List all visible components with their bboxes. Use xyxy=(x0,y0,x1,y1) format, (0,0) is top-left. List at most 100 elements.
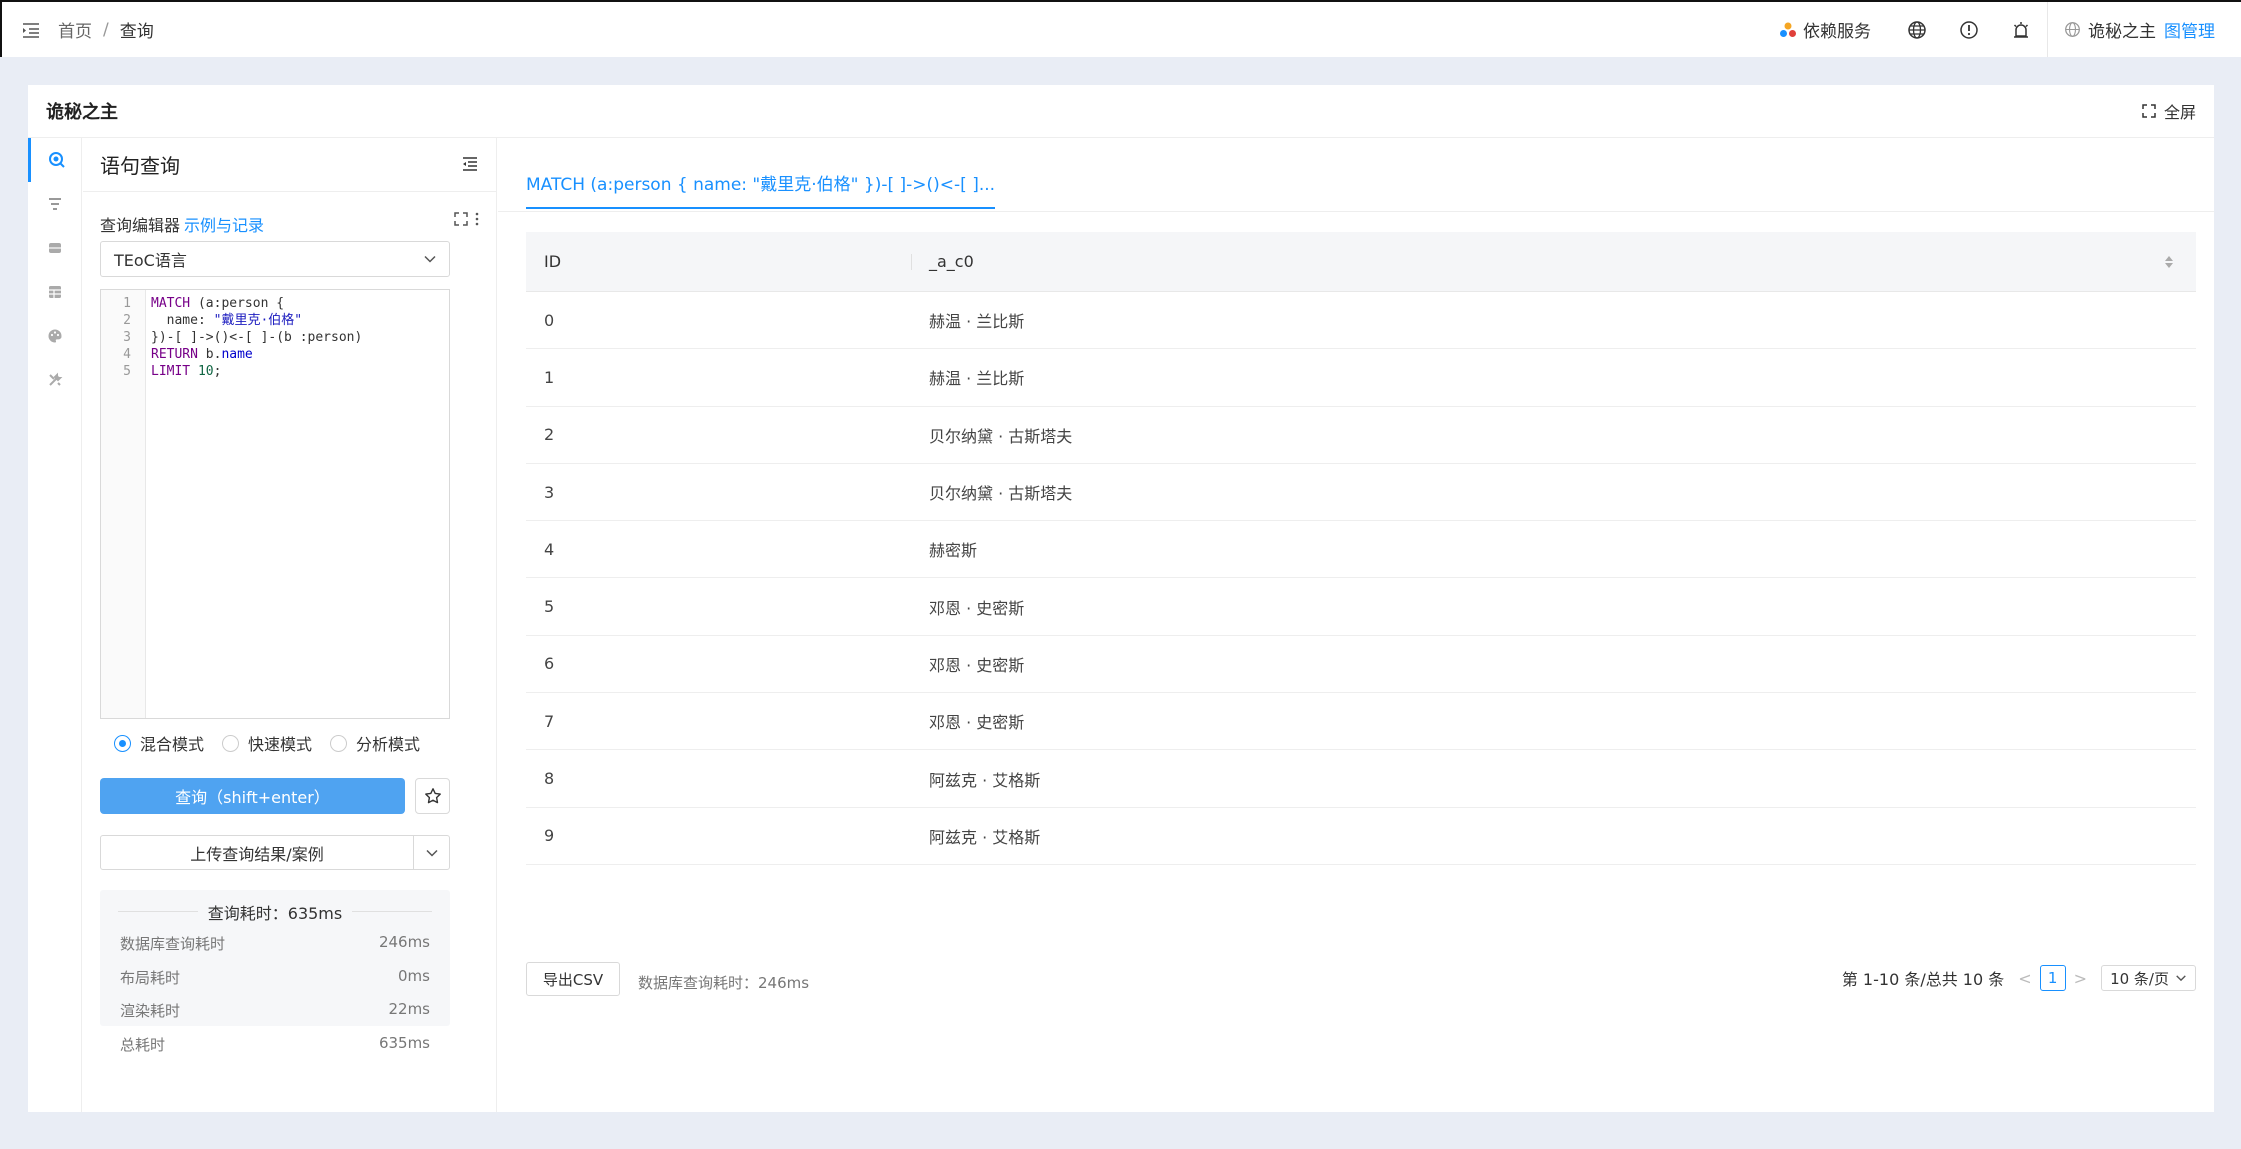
next-page-icon[interactable]: > xyxy=(2074,969,2087,988)
code-text: b. xyxy=(197,347,222,362)
collapse-panel-icon[interactable] xyxy=(461,155,479,178)
cell-id: 9 xyxy=(544,826,555,846)
page-size-value: 10 条/页 xyxy=(2110,969,2169,988)
line-number: 1 xyxy=(123,296,131,311)
graph-name: 诡秘之主 xyxy=(2088,22,2156,42)
column-divider xyxy=(911,254,912,270)
column-header-a-c0[interactable]: _a_c0 xyxy=(929,252,974,271)
cell-id: 5 xyxy=(544,597,555,617)
table-row[interactable]: 7 邓恩 · 史密斯 xyxy=(526,693,2196,751)
card-header: 诡秘之主 全屏 xyxy=(28,85,2214,138)
rail-filter[interactable] xyxy=(28,182,82,226)
upload-dropdown[interactable] xyxy=(413,836,449,869)
code-keyword: MATCH xyxy=(151,296,191,311)
stat-label: 布局耗时 xyxy=(120,969,181,987)
table-footer: 导出CSV 数据库查询耗时：246ms 第 1-10 条/总共 10 条 < 1… xyxy=(526,962,2196,1002)
more-vertical-icon[interactable] xyxy=(474,212,480,226)
filter-icon xyxy=(49,198,61,210)
sort-icon[interactable] xyxy=(2164,254,2174,270)
language-select-value: TEoC语言 xyxy=(114,251,187,270)
prev-page-icon[interactable]: < xyxy=(2018,969,2031,988)
table-row[interactable]: 6 邓恩 · 史密斯 xyxy=(526,636,2196,694)
rail-database[interactable] xyxy=(28,226,82,270)
table-row[interactable]: 9 阿兹克 · 艾格斯 xyxy=(526,808,2196,865)
rail-tools[interactable] xyxy=(28,358,82,402)
stat-value: 0ms xyxy=(398,967,430,985)
cell-a-c0: 贝尔纳黛 · 古斯塔夫 xyxy=(929,426,1073,446)
radio-unchecked-icon xyxy=(222,734,240,752)
query-button[interactable]: 查询（shift+enter） xyxy=(100,778,405,814)
globe-icon[interactable] xyxy=(1905,18,1929,42)
graph-selector[interactable]: 诡秘之主 图管理 xyxy=(2048,17,2241,42)
table-body: 0 赫温 · 兰比斯 1 赫温 · 兰比斯 2 贝尔纳黛 · 古斯塔夫 3 贝尔纳黛 · 古斯… xyxy=(526,292,2196,865)
result-tab-bar: MATCH (a:person { name: "戴里克·伯格" })-[ ]-… xyxy=(498,138,2214,212)
dependency-icon xyxy=(1780,22,1796,37)
upload-label: 上传查询结果/案例 xyxy=(190,844,324,864)
pagination: 第 1-10 条/总共 10 条 < 1 > 10 条/页 xyxy=(1842,965,2196,991)
examples-link[interactable]: 示例与记录 xyxy=(184,212,264,236)
fullscreen-label: 全屏 xyxy=(2163,103,2196,122)
chevron-down-icon xyxy=(424,255,436,263)
favorite-button[interactable] xyxy=(415,778,450,814)
stat-label: 总耗时 xyxy=(120,1036,166,1054)
table-row[interactable]: 0 赫温 · 兰比斯 xyxy=(526,292,2196,350)
info-icon[interactable] xyxy=(1957,18,1981,42)
cell-a-c0: 赫密斯 xyxy=(929,541,978,561)
result-tab[interactable]: MATCH (a:person { name: "戴里克·伯格" })-[ ]-… xyxy=(526,170,996,209)
fullscreen-button[interactable]: 全屏 xyxy=(2142,99,2196,123)
mode-radio-analysis[interactable]: 分析模式 xyxy=(330,731,420,755)
line-gutter: 1 2 3 4 5 xyxy=(101,290,146,718)
code-text: ; xyxy=(213,364,222,379)
export-csv-button[interactable]: 导出CSV xyxy=(526,962,620,996)
breadcrumb: 首页 / 查询 xyxy=(58,17,154,43)
code-keyword: RETURN xyxy=(151,347,198,362)
alarm-icon[interactable] xyxy=(2009,18,2033,42)
expand-icon xyxy=(2142,104,2156,118)
stat-row: 总耗时 635ms xyxy=(120,1034,430,1055)
cell-a-c0: 邓恩 · 史密斯 xyxy=(929,598,1025,618)
line-number: 2 xyxy=(123,313,131,328)
stat-row: 布局耗时 0ms xyxy=(120,967,430,988)
table-row[interactable]: 1 赫温 · 兰比斯 xyxy=(526,349,2196,407)
code-text: name: xyxy=(151,313,214,328)
page-number[interactable]: 1 xyxy=(2039,965,2066,991)
top-bar: 首页 / 查询 依赖服务 诡秘之主 图管理 xyxy=(0,0,2241,57)
card-title: 诡秘之主 xyxy=(46,102,118,123)
language-select[interactable]: TEoC语言 xyxy=(100,241,450,277)
table-row[interactable]: 4 赫密斯 xyxy=(526,521,2196,579)
cell-a-c0: 阿兹克 · 艾格斯 xyxy=(929,770,1041,790)
table-row[interactable]: 8 阿兹克 · 艾格斯 xyxy=(526,750,2196,808)
result-table: ID _a_c0 0 赫温 · 兰比斯 1 赫温 · 兰比斯 2 贝尔纳黛 · 古斯塔夫 3… xyxy=(526,232,2196,865)
main-card: 诡秘之主 全屏 语句查询 查询编辑器 示例与记录 TEoC语言 1 2 3 4 … xyxy=(28,85,2214,1112)
rail-palette[interactable] xyxy=(28,314,82,358)
table-row[interactable]: 3 贝尔纳黛 · 古斯塔夫 xyxy=(526,464,2196,522)
mode-radio-fast[interactable]: 快速模式 xyxy=(222,731,312,755)
breadcrumb-separator: / xyxy=(103,19,109,40)
editor-expand-icon[interactable] xyxy=(454,212,468,226)
breadcrumb-home[interactable]: 首页 xyxy=(58,17,92,42)
database-icon xyxy=(49,243,61,253)
table-row[interactable]: 2 贝尔纳黛 · 古斯塔夫 xyxy=(526,407,2196,464)
mode-radio-mixed[interactable]: 混合模式 xyxy=(114,731,204,755)
menu-fold-icon[interactable] xyxy=(19,18,43,42)
code-keyword: LIMIT xyxy=(151,364,191,379)
rail-table[interactable] xyxy=(28,270,82,314)
cell-id: 6 xyxy=(544,654,555,674)
graph-manage-link[interactable]: 图管理 xyxy=(2164,17,2215,42)
query-panel: 语句查询 查询编辑器 示例与记录 TEoC语言 1 2 3 4 5 MATCH … xyxy=(83,138,497,1112)
icon-rail xyxy=(28,138,82,1112)
line-number: 4 xyxy=(123,347,131,362)
table-row[interactable]: 5 邓恩 · 史密斯 xyxy=(526,578,2196,636)
rail-search[interactable] xyxy=(28,138,82,182)
code-property: name xyxy=(221,347,253,362)
stat-label: 数据库查询耗时 xyxy=(120,935,226,953)
stat-value: 635ms xyxy=(378,1034,430,1052)
code-editor[interactable]: 1 2 3 4 5 MATCH (a:person { name: "戴里克·伯… xyxy=(100,289,450,719)
column-header-id[interactable]: ID xyxy=(544,252,561,271)
page-size-select[interactable]: 10 条/页 xyxy=(2101,965,2196,991)
cell-id: 1 xyxy=(544,367,555,387)
dependency-service-button[interactable]: 依赖服务 xyxy=(1779,17,1871,42)
radio-unchecked-icon xyxy=(330,734,348,752)
code-line-3: })-[ ]->()<-[ ]-(b :person) xyxy=(151,329,362,346)
upload-button[interactable]: 上传查询结果/案例 xyxy=(100,835,450,870)
